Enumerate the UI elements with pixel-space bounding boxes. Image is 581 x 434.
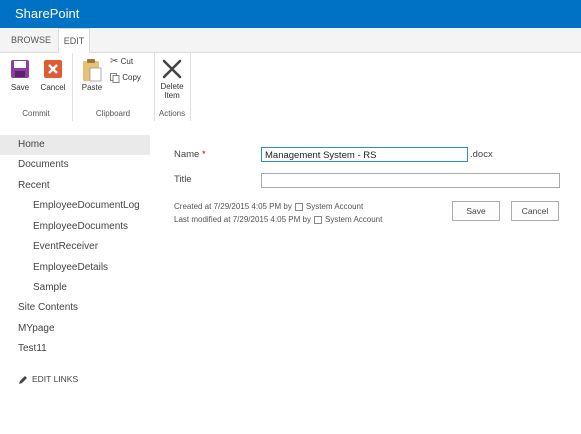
nav-item-mypage[interactable]: MYpage xyxy=(0,319,168,339)
nav-item-documents[interactable]: Documents xyxy=(0,155,168,175)
nav-item-employeedetails[interactable]: EmployeeDetails xyxy=(0,258,183,278)
nav-item-employeedocuments[interactable]: EmployeeDocuments xyxy=(0,217,183,237)
modified-text: Last modified at 7/29/2015 4:05 PM by xyxy=(174,215,311,224)
save-icon xyxy=(11,60,29,78)
modified-by[interactable]: System Account xyxy=(325,215,382,224)
copy-label: Copy xyxy=(122,73,141,83)
edit-links-label: EDIT LINKS xyxy=(32,374,79,384)
save-button[interactable]: Save xyxy=(452,201,500,221)
name-input[interactable]: Management System - RS xyxy=(261,147,468,162)
delete-item-button[interactable]: Delete Item xyxy=(157,58,187,100)
actions-group-label: Actions xyxy=(158,109,186,118)
actions-group: Delete Item Actions xyxy=(154,53,191,121)
cut-button[interactable]: ✂ Cut xyxy=(110,56,150,67)
cut-label: Cut xyxy=(120,57,134,66)
paste-label: Paste xyxy=(81,83,103,92)
scissors-icon: ✂ xyxy=(110,56,119,67)
tab-browse[interactable]: BROWSE xyxy=(8,28,54,52)
edit-links[interactable]: EDIT LINKS xyxy=(18,374,78,385)
delete-label-line2: Item xyxy=(164,91,180,100)
delete-icon xyxy=(162,59,182,79)
presence-icon xyxy=(313,215,322,224)
cancel-button[interactable]: Cancel xyxy=(511,201,559,221)
ribbon-save-button[interactable]: Save xyxy=(6,59,34,92)
name-extension: .docx xyxy=(470,149,493,160)
pencil-icon xyxy=(19,375,27,384)
copy-icon xyxy=(110,73,120,83)
nav-item-test11[interactable]: Test11 xyxy=(0,339,168,359)
ribbon-save-label: Save xyxy=(10,83,30,92)
cancel-icon xyxy=(44,60,62,78)
commit-group: Save Cancel Commit xyxy=(0,53,73,121)
paste-icon xyxy=(83,59,102,82)
title-input[interactable] xyxy=(261,173,560,188)
nav-item-employeedocumentlog[interactable]: EmployeeDocumentLog xyxy=(0,196,183,216)
ribbon-cancel-label: Cancel xyxy=(40,83,66,92)
commit-group-label: Commit xyxy=(22,109,50,118)
nav-item-eventreceiver[interactable]: EventReceiver xyxy=(0,237,183,257)
clipboard-group: Paste ✂ Cut Copy Clipboard xyxy=(72,53,155,121)
required-mark: * xyxy=(201,149,206,160)
clipboard-group-label: Clipboard xyxy=(95,109,131,118)
created-info: Created at 7/29/2015 4:05 PM by System Ac… xyxy=(174,202,363,211)
suite-bar: SharePoint xyxy=(0,0,581,28)
delete-label-line1: Delete xyxy=(160,82,184,91)
nav-item-sample[interactable]: Sample xyxy=(0,278,183,298)
modified-info: Last modified at 7/29/2015 4:05 PM by Sys… xyxy=(174,215,382,224)
paste-button[interactable]: Paste xyxy=(78,58,106,92)
nav-item-home[interactable]: Home xyxy=(0,135,150,155)
nav-item-recent[interactable]: Recent xyxy=(0,176,168,196)
created-text: Created at 7/29/2015 4:05 PM by xyxy=(174,202,292,211)
presence-icon xyxy=(294,202,303,211)
created-by[interactable]: System Account xyxy=(306,202,363,211)
ribbon: Save Cancel Commit Paste ✂ Cut Copy Clip… xyxy=(0,53,581,122)
tab-edit[interactable]: EDIT xyxy=(58,28,90,54)
name-label: Name * xyxy=(174,149,206,160)
app-title[interactable]: SharePoint xyxy=(15,6,79,21)
name-label-text: Name xyxy=(174,149,200,160)
title-label: Title xyxy=(174,174,192,185)
nav-item-site-contents[interactable]: Site Contents xyxy=(0,298,168,318)
ribbon-cancel-button[interactable]: Cancel xyxy=(38,59,68,92)
copy-button[interactable]: Copy xyxy=(110,73,152,83)
ribbon-tabs: BROWSE EDIT xyxy=(0,28,581,54)
